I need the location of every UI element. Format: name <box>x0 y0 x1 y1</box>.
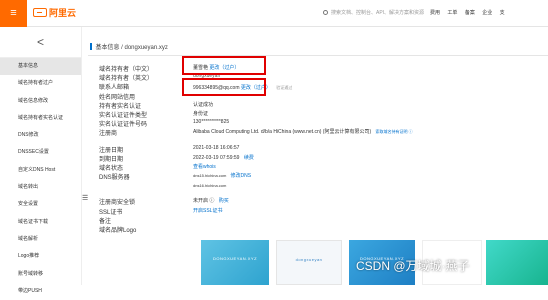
menu-icon[interactable]: ≡ <box>0 0 27 27</box>
whois-link[interactable]: 查看whois <box>193 163 216 170</box>
buy-security-link[interactable]: 购买 <box>219 198 229 204</box>
registrar-value: Alibaba Cloud Computing Ltd. d/b/a HiChi… <box>193 128 413 135</box>
security-lock-label: 注册商安全锁 <box>99 200 136 206</box>
status-label: 域名状态 <box>99 166 124 172</box>
highlight-box-holder <box>182 56 266 75</box>
sidebar-item-cert-download[interactable]: 域名证书下载 <box>0 214 81 231</box>
renew-link[interactable]: 续费 <box>244 155 254 161</box>
exp-date-label: 到期日期 <box>99 157 124 163</box>
email-status: 验证通过 <box>276 85 293 90</box>
sidebar-item-security[interactable]: 安全设置 <box>0 196 81 213</box>
sidebar-item-dns-modify[interactable]: DNS修改 <box>0 127 81 144</box>
holder-cn-label: 域名持有者（中文） <box>99 67 154 73</box>
open-ssl-link[interactable]: 开启SSL证书 <box>193 207 222 214</box>
reg-date-label: 注册日期 <box>99 148 124 154</box>
top-link-fees[interactable]: 费用 <box>430 10 440 16</box>
sidebar-item-push[interactable]: 带边PUSH <box>0 283 81 300</box>
top-link-support[interactable]: 支 <box>500 10 505 16</box>
logo-thumbnail-text: dongxueyan <box>295 257 323 262</box>
exp-date-text: 2022-03-19 07:59:59 <box>193 155 240 161</box>
dns-label: DNS服务器 <box>99 175 130 181</box>
top-link-tickets[interactable]: 工单 <box>447 10 457 16</box>
holder-verify-label: 持有者实名认证 <box>99 104 142 110</box>
sidebar: < 基本信息 域名持有者过户 域名信息修改 域名持有者实名认证 DNS修改 DN… <box>0 27 82 294</box>
top-link-enterprise[interactable]: 企业 <box>482 10 492 16</box>
top-link-icp[interactable]: 备案 <box>465 10 475 16</box>
registrar-text: Alibaba Cloud Computing Ltd. d/b/a HiChi… <box>193 129 372 135</box>
guardian-label: 姓名网站信用 <box>99 95 136 101</box>
sidebar-drag-handle[interactable]: ☰ <box>82 195 88 202</box>
modify-dns-link[interactable]: 修改DNS <box>230 173 251 179</box>
search-icon <box>323 10 328 15</box>
divider <box>88 55 548 56</box>
logo-thumbnail[interactable] <box>486 240 548 285</box>
email-label: 联系人邮箱 <box>99 85 130 91</box>
logo-label: 域名品牌Logo <box>99 228 137 234</box>
remark-label: 备注 <box>99 219 112 225</box>
sidebar-item-transfer-out[interactable]: 域名转出 <box>0 179 81 196</box>
logo-thumbnail-text: DONGXUEYAN.XYZ <box>212 256 258 261</box>
search-input[interactable]: 搜索文档、控制台、API、解决方案和资源 <box>323 8 428 19</box>
security-lock-value: 未开启 ⓘ 购买 <box>193 197 229 204</box>
sidebar-item-logo[interactable]: Logo推荐 <box>0 248 81 265</box>
brand-logo[interactable]: 阿里云 <box>33 8 76 19</box>
sidebar-item-realname[interactable]: 域名持有者实名认证 <box>0 110 81 127</box>
registrar-label: 注册商 <box>99 131 118 137</box>
sidebar-item-account-transfer[interactable]: 账号域转移 <box>0 266 81 283</box>
holder-verify-value: 认证成功 <box>193 102 214 108</box>
dns-value: dns15.hichina.com 修改DNS <box>193 172 251 179</box>
registrar-cert-link[interactable]: 索取域名持有证明 ⓘ <box>376 129 413 134</box>
top-links: 费用 工单 备案 企业 支 <box>430 8 511 19</box>
top-bar: ≡ 阿里云 搜索文档、控制台、API、解决方案和资源 费用 工单 备案 企业 支 <box>0 0 548 27</box>
sidebar-item-basic-info[interactable]: 基本信息 <box>0 58 81 76</box>
sidebar-item-dns-host[interactable]: 自定义DNS Host <box>0 162 81 179</box>
sidebar-item-dnssec[interactable]: DNSSEC设置 <box>0 144 81 161</box>
sidebar-item-info-modify[interactable]: 域名信息修改 <box>0 93 81 110</box>
reg-date-value: 2021-03-18 16:06:57 <box>193 145 240 151</box>
sidebar-item-resolve[interactable]: 域名解析 <box>0 231 81 248</box>
aliyun-logo-icon <box>33 8 47 17</box>
exp-date-value: 2022-03-19 07:59:59 续费 <box>193 154 254 161</box>
search-placeholder: 搜索文档、控制台、API、解决方案和资源 <box>331 10 425 16</box>
breadcrumb: 基本信息 / dongxueyan.xyz <box>90 42 168 51</box>
holder-en-label: 域名持有者（英文） <box>99 76 154 82</box>
brand-name: 阿里云 <box>49 8 77 18</box>
watermark-text: CSDN @万域城·燕子 <box>356 259 470 273</box>
dns2-value: dns16.hichina.com <box>193 183 227 188</box>
ssl-label: SSL证书 <box>99 210 123 216</box>
highlight-box-email <box>182 78 266 96</box>
logo-thumbnail[interactable]: dongxueyan <box>276 240 342 285</box>
collapse-sidebar-button[interactable]: < <box>0 27 81 58</box>
cert-no-value: 130**********825 <box>193 119 230 125</box>
logo-thumbnail[interactable]: DONGXUEYAN.XYZ <box>201 240 269 285</box>
sidebar-item-transfer[interactable]: 域名持有者过户 <box>0 75 81 92</box>
cert-no-label: 实名认证证件号码 <box>99 122 148 128</box>
cert-type-label: 实名认证证件类型 <box>99 113 148 119</box>
security-lock-text: 未开启 ⓘ <box>193 198 215 204</box>
cert-type-value: 身份证 <box>193 111 209 117</box>
dns1-text: dns15.hichina.com <box>193 173 227 178</box>
